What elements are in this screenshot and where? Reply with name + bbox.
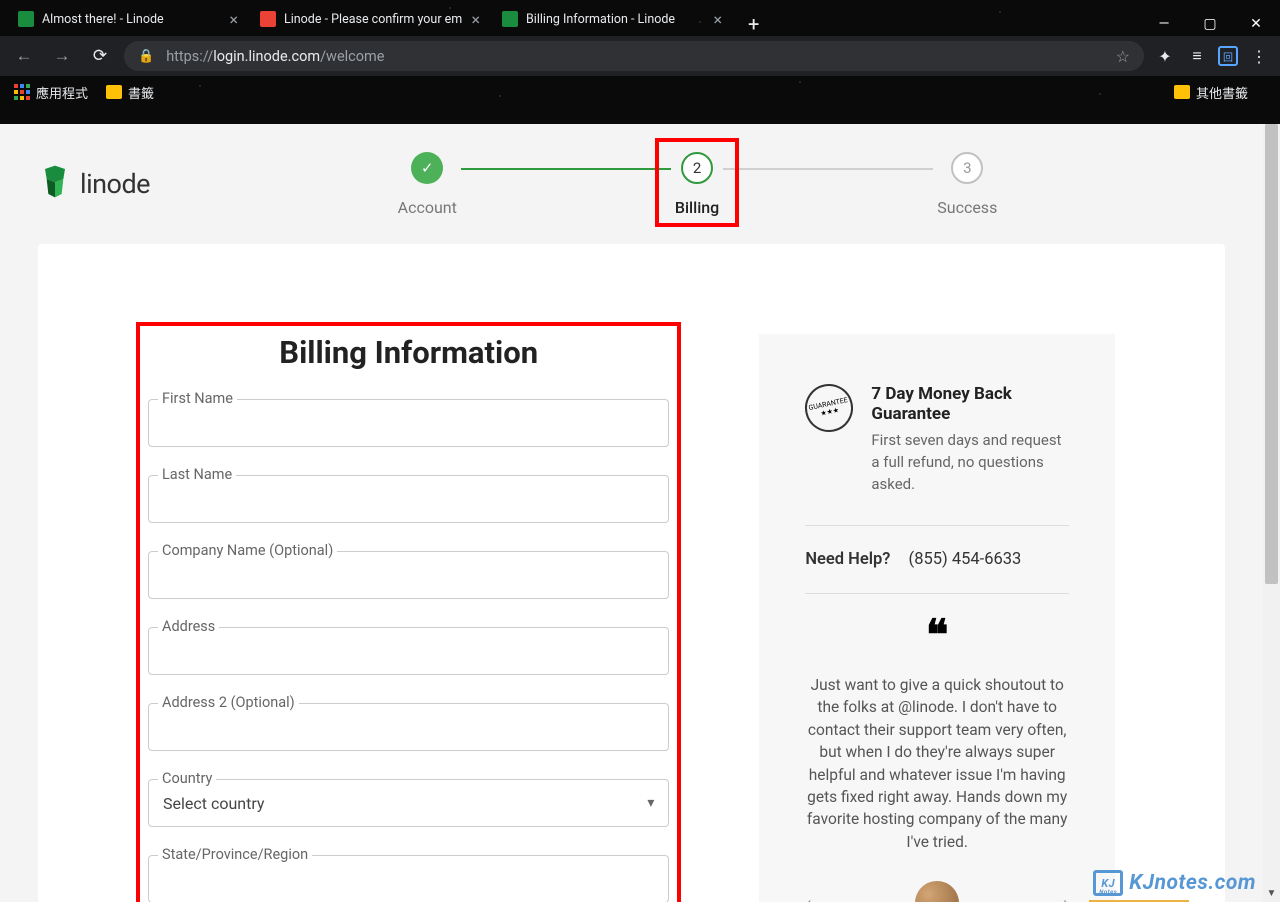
testimonial-block: ❝ Just want to give a quick shoutout to … <box>805 594 1069 902</box>
address-input[interactable] <box>148 627 669 675</box>
field-company: Company Name (Optional) <box>148 551 669 599</box>
sidebar: GUARANTEE★★★ 7 Day Money Back Guarantee … <box>759 334 1115 902</box>
folder-icon <box>106 85 122 99</box>
field-last-name: Last Name <box>148 475 669 523</box>
browser-tab-2[interactable]: Billing Information - Linode × <box>492 2 732 36</box>
page-viewport: linode ✓ Account 2 Billing 3 <box>0 124 1280 902</box>
help-block: Need Help? (855) 454-6633 <box>805 526 1069 594</box>
check-icon: ✓ <box>411 152 443 184</box>
gmail-favicon-icon <box>260 11 276 27</box>
field-first-name: First Name <box>148 399 669 447</box>
watermark: KJNotes KJnotes.com <box>1093 870 1256 896</box>
connector <box>723 168 933 170</box>
browser-tab-1[interactable]: Linode - Please confirm your em × <box>250 2 490 36</box>
address-bar: ← → ⟳ 🔒 https://login.linode.com/welcome… <box>0 36 1280 76</box>
country-select[interactable]: Select country ▾ <box>148 779 669 827</box>
state-label: State/Province/Region <box>158 846 312 863</box>
watermark-icon: KJNotes <box>1093 870 1123 896</box>
tab-title: Billing Information - Linode <box>526 12 707 27</box>
highlight-box <box>655 138 739 227</box>
lock-icon: 🔒 <box>138 49 154 64</box>
extension-kj-icon[interactable]: 回 <box>1218 46 1238 66</box>
quote-icon: ❝ <box>805 622 1069 651</box>
guarantee-title: 7 Day Money Back Guarantee <box>871 384 1069 424</box>
new-tab-button[interactable]: + <box>734 12 773 36</box>
other-bookmarks[interactable]: 其他書籤 <box>1174 83 1248 102</box>
step-success: 3 Success <box>937 152 997 217</box>
step-billing: 2 Billing <box>675 152 719 217</box>
field-address: Address <box>148 627 669 675</box>
scroll-down-icon[interactable]: ▼ <box>1263 885 1280 902</box>
country-label: Country <box>158 770 216 787</box>
tab-title: Linode - Please confirm your em <box>284 12 465 27</box>
reading-list-icon[interactable]: ≡ <box>1186 46 1208 66</box>
guarantee-text: First seven days and request a full refu… <box>871 430 1069 495</box>
bookmark-star-icon[interactable]: ☆ <box>1116 47 1130 66</box>
avatar-icon <box>915 881 959 902</box>
linode-cube-icon <box>38 164 72 204</box>
window-minimize-icon[interactable]: — <box>1152 12 1176 36</box>
browser-tab-0[interactable]: Almost there! - Linode × <box>8 2 248 36</box>
close-tab-icon[interactable]: × <box>713 10 722 29</box>
bookmarks-bar: 應用程式 書籤 其他書籤 <box>0 76 1280 108</box>
billing-form: Billing Information First Name Last Name… <box>148 334 669 902</box>
back-button[interactable]: ← <box>10 46 38 66</box>
linode-favicon-icon <box>18 11 34 27</box>
address-label: Address <box>158 618 219 635</box>
guarantee-block: GUARANTEE★★★ 7 Day Money Back Guarantee … <box>805 384 1069 526</box>
url-text: https://login.linode.com/welcome <box>166 48 1103 65</box>
field-state: State/Province/Region <box>148 855 669 902</box>
omnibox[interactable]: 🔒 https://login.linode.com/welcome ☆ <box>124 41 1144 71</box>
progress-stepper: ✓ Account 2 Billing 3 Success <box>230 152 1165 217</box>
apps-grid-icon <box>14 84 30 100</box>
prev-testimonial-button[interactable]: ‹ <box>805 891 811 902</box>
chevron-down-icon: ▾ <box>647 795 654 811</box>
scrollbar-thumb[interactable] <box>1265 124 1278 584</box>
step-label: Success <box>937 198 997 217</box>
next-testimonial-button[interactable]: › <box>1063 891 1069 902</box>
country-value: Select country <box>163 794 264 813</box>
close-tab-icon[interactable]: × <box>229 10 238 29</box>
reload-button[interactable]: ⟳ <box>86 46 114 66</box>
address2-label: Address 2 (Optional) <box>158 694 299 711</box>
other-bookmarks-label: 其他書籤 <box>1196 83 1248 102</box>
tab-strip: Almost there! - Linode × Linode - Please… <box>0 0 1280 36</box>
folder-label: 書籤 <box>128 83 154 102</box>
field-address2: Address 2 (Optional) <box>148 703 669 751</box>
connector <box>461 168 671 170</box>
menu-icon[interactable]: ⋮ <box>1248 47 1270 66</box>
apps-label: 應用程式 <box>36 83 88 102</box>
tab-title: Almost there! - Linode <box>42 12 223 27</box>
first-name-label: First Name <box>158 390 237 407</box>
forward-button[interactable]: → <box>48 46 76 66</box>
logo-text: linode <box>80 168 150 200</box>
watermark-text: KJnotes.com <box>1129 871 1256 895</box>
guarantee-badge-icon: GUARANTEE★★★ <box>801 380 858 437</box>
help-phone[interactable]: (855) 454-6633 <box>909 550 1022 569</box>
company-label: Company Name (Optional) <box>158 542 337 559</box>
folder-icon <box>1174 85 1190 99</box>
field-country: Country Select country ▾ <box>148 779 669 827</box>
form-title: Billing Information <box>148 334 669 371</box>
apps-bookmark[interactable]: 應用程式 <box>14 83 88 102</box>
close-tab-icon[interactable]: × <box>471 10 480 29</box>
linode-logo[interactable]: linode <box>38 164 150 204</box>
quote-text: Just want to give a quick shoutout to th… <box>805 674 1069 854</box>
main-card: Billing Information First Name Last Name… <box>38 244 1225 902</box>
step-account: ✓ Account <box>398 152 457 217</box>
scrollbar[interactable]: ▼ <box>1263 124 1280 902</box>
bookmark-folder[interactable]: 書籤 <box>106 83 154 102</box>
help-label: Need Help? <box>805 550 890 569</box>
page-header: linode ✓ Account 2 Billing 3 <box>0 124 1263 244</box>
last-name-label: Last Name <box>158 466 236 483</box>
window-close-icon[interactable]: ✕ <box>1244 12 1268 36</box>
extensions-icon[interactable]: ✦ <box>1154 47 1176 66</box>
linode-favicon-icon <box>502 11 518 27</box>
step-label: Account <box>398 198 457 217</box>
window-maximize-icon[interactable]: ▢ <box>1198 12 1222 36</box>
step-number: 3 <box>951 152 983 184</box>
